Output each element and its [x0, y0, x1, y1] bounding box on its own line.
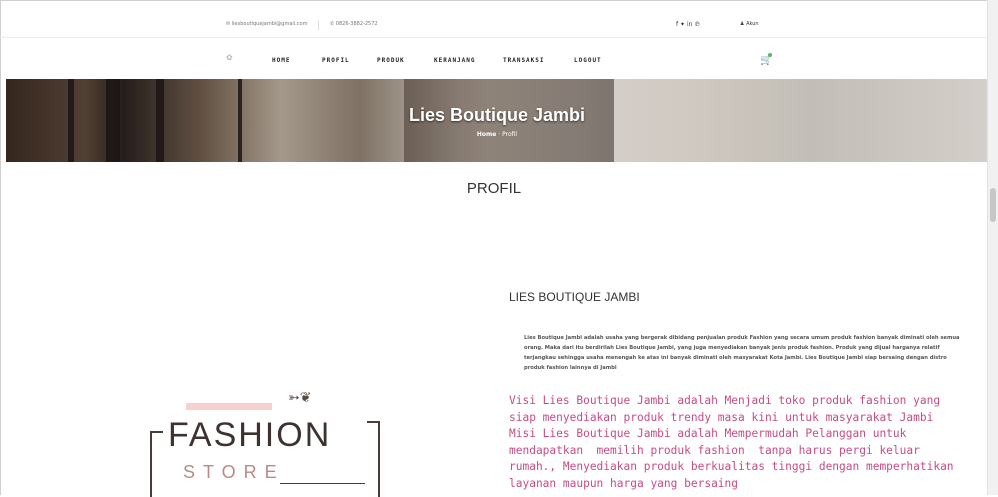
- top-info-bar: ✉ liesboutiquejambi@gmail.com ✆ 0826-388…: [0, 17, 988, 33]
- nav-keranjang[interactable]: KERANJANG: [434, 57, 476, 64]
- cart-icon[interactable]: 🛒: [760, 53, 772, 66]
- nav-home[interactable]: HOME: [272, 57, 290, 64]
- page-scrollbar[interactable]: [987, 0, 998, 495]
- nav-transaksi[interactable]: TRANSAKSI: [503, 57, 545, 64]
- about-paragraph: Lies Boutique Jambi adalah usaha yang be…: [524, 335, 960, 371]
- banner-title: Lies Boutique Jambi: [408, 105, 586, 125]
- vision-mission-text: Visi Lies Boutique Jambi adalah Menjadi …: [509, 394, 954, 490]
- nav-produk[interactable]: PRODUK: [377, 57, 405, 64]
- cart-badge: [768, 53, 772, 57]
- nav-profil[interactable]: PROFIL: [322, 57, 350, 64]
- nav-logout[interactable]: LOGOUT: [574, 57, 602, 64]
- leaf-vine-icon: ➳❦: [288, 390, 312, 406]
- logo-bracket-left: [150, 431, 163, 497]
- email-link[interactable]: ✉ liesboutiquejambi@gmail.com: [226, 21, 307, 27]
- page-title: PROFIL: [466, 180, 522, 197]
- account-link[interactable]: ♟ Akun: [740, 21, 759, 27]
- breadcrumb-home[interactable]: Home: [477, 131, 496, 138]
- topbar-divider-line: [0, 37, 988, 38]
- logo-underline: [280, 483, 365, 484]
- phone-link[interactable]: ✆ 0826-3882-2572: [330, 21, 378, 27]
- site-logo-icon[interactable]: ✿: [226, 53, 233, 62]
- topbar-divider: [318, 20, 319, 30]
- section-heading: LIES BOUTIQUE JAMBI: [509, 290, 640, 304]
- main-navigation: ✿ HOME PROFIL PRODUK KERANJANG TRANSAKSI…: [0, 51, 988, 71]
- breadcrumb-current: Profil: [502, 131, 518, 138]
- logo-bracket-right: [367, 421, 380, 497]
- hero-banner: Lies Boutique Jambi Home · Profil: [6, 79, 988, 162]
- scrollbar-thumb[interactable]: [990, 188, 996, 222]
- fashion-store-logo: ➳❦ FASHION STORE: [150, 388, 380, 497]
- logo-accent-bar: [186, 403, 272, 410]
- breadcrumb: Home · Profil: [6, 131, 988, 138]
- social-icons[interactable]: f ✦ in ℗: [676, 21, 700, 28]
- logo-sub: STORE: [183, 462, 285, 482]
- logo-word: FASHION: [168, 416, 332, 454]
